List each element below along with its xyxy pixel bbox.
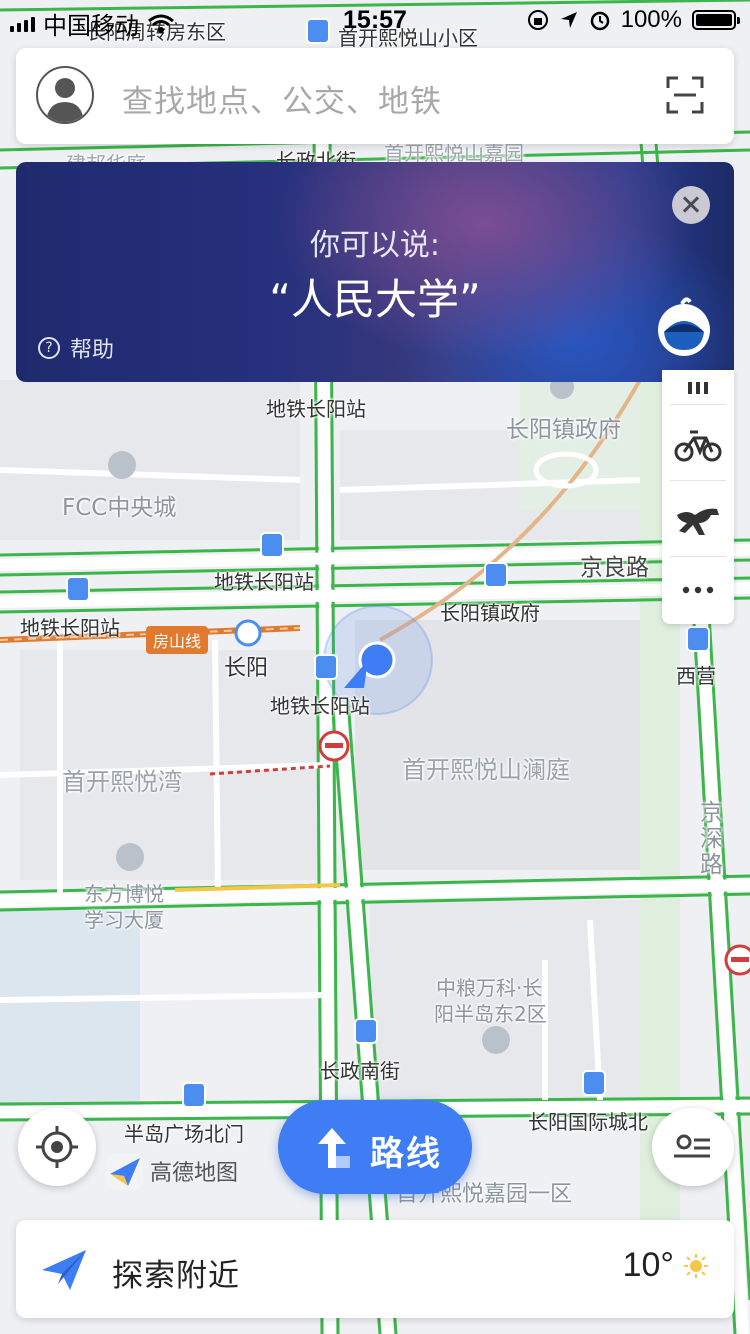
map-label: 首开熙悦湾 — [62, 768, 182, 796]
horse-icon — [677, 508, 719, 535]
crosshair-icon — [36, 1126, 78, 1168]
help-button[interactable]: ? 帮助 — [38, 332, 114, 364]
voice-assistant-panel: 你可以说: “人民大学” ? 帮助 — [16, 162, 734, 382]
bus-stop-icon[interactable] — [260, 532, 284, 558]
temperature: 10° — [622, 1246, 674, 1284]
map-label: 学习大厦 — [84, 908, 164, 932]
amap-logo-icon — [107, 1153, 143, 1189]
map-label: 东方博悦 — [84, 882, 164, 906]
map-label: 长阳 — [224, 656, 269, 681]
map-label: 半岛广场北门 — [124, 1122, 244, 1146]
question-icon: ? — [38, 337, 60, 359]
map-label: 长阳国际城北 — [528, 1110, 648, 1134]
bar-chart-icon — [688, 382, 708, 394]
map-label: 地铁长阳站 — [20, 616, 120, 640]
voice-hint: 你可以说: — [309, 228, 441, 263]
voice-mascot-icon[interactable] — [652, 294, 716, 358]
layers-button[interactable] — [662, 370, 734, 400]
search-input[interactable]: 查找地点、公交、地铁 — [122, 76, 442, 121]
bike-icon — [674, 430, 722, 462]
alarm-icon — [590, 11, 609, 31]
map-label: 长阳镇政府 — [506, 417, 621, 443]
map-label: 首开熙悦山澜庭 — [402, 756, 570, 784]
horse-button[interactable] — [662, 486, 734, 556]
map-label: 中粮万科·长 — [436, 976, 543, 1000]
list-view-button[interactable] — [652, 1108, 734, 1186]
map-label: 京深路 — [700, 800, 723, 878]
route-arrow-icon — [318, 1128, 350, 1168]
status-right: 100% — [527, 6, 740, 34]
map-label: 长政南街 — [320, 1059, 400, 1083]
battery-percent: 100% — [620, 6, 682, 33]
route-label: 路线 — [370, 1134, 442, 1174]
map-label: 地铁长阳站 — [266, 397, 366, 421]
search-bar[interactable]: 查找地点、公交、地铁 — [16, 48, 734, 144]
help-label: 帮助 — [70, 338, 115, 363]
bus-stop-icon[interactable] — [354, 1018, 378, 1044]
bus-stop-icon[interactable] — [582, 1070, 606, 1096]
more-button[interactable] — [662, 560, 734, 620]
bus-stop-icon[interactable] — [686, 626, 710, 652]
rotation-lock-icon — [527, 10, 548, 30]
map-label: 长阳镇政府 — [440, 601, 540, 625]
user-icon — [46, 78, 84, 122]
map-label: 京良路 — [580, 555, 649, 581]
locate-me-button[interactable] — [18, 1108, 96, 1186]
bus-stop-icon[interactable] — [182, 1082, 206, 1108]
location-arrow-icon — [560, 12, 577, 28]
bus-stop-icon[interactable] — [484, 562, 508, 588]
weather[interactable]: 10° — [623, 1246, 710, 1285]
paper-plane-icon — [42, 1250, 86, 1290]
sun-icon — [684, 1253, 708, 1278]
voice-example: “人民大学” — [269, 275, 481, 324]
route-button[interactable]: 路线 — [278, 1100, 472, 1194]
explore-label: 探索附近 — [112, 1258, 240, 1294]
brand-logo: 高德地图 — [106, 1152, 238, 1190]
bike-button[interactable] — [662, 410, 734, 480]
scan-icon[interactable] — [666, 76, 704, 114]
more-icon — [682, 586, 714, 594]
map-label: 西营 — [676, 664, 716, 688]
map-label: 地铁长阳站 — [270, 694, 370, 718]
map-label: 阳半岛东2区 — [434, 1002, 547, 1026]
map-label: 地铁长阳站 — [214, 570, 314, 594]
explore-nearby-card[interactable]: 探索附近 10° — [16, 1220, 734, 1318]
bus-stop-icon[interactable] — [66, 576, 90, 602]
status-bar: 中国移动 15:57 100% — [0, 0, 750, 40]
battery-icon — [692, 10, 740, 30]
subway-line-badge[interactable]: 房山线 — [146, 626, 209, 654]
map-label: FCC中央城 — [62, 495, 177, 521]
bus-stop-icon[interactable] — [314, 654, 338, 680]
map-side-toolbar — [662, 370, 734, 624]
close-icon[interactable] — [672, 186, 710, 224]
brand-name: 高德地图 — [150, 1161, 239, 1186]
list-icon — [674, 1134, 710, 1158]
avatar[interactable] — [36, 66, 94, 124]
